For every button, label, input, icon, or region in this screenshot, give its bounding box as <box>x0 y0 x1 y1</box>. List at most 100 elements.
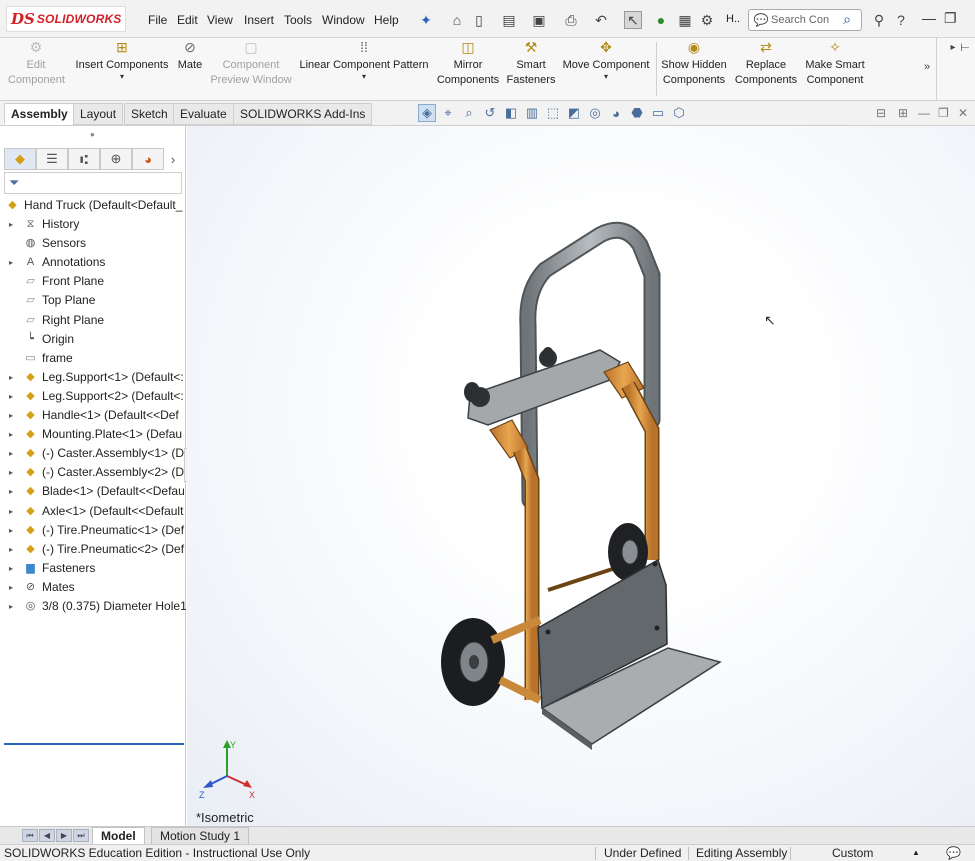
chevron-down-icon[interactable]: ▾ <box>296 73 432 81</box>
tree-root-assembly[interactable]: ◆ Hand Truck (Default<Default_ <box>0 196 186 215</box>
expand-arrow-icon[interactable]: ▸ <box>9 540 17 559</box>
component-preview-button[interactable]: ▢ Component Preview Window <box>206 40 296 88</box>
expand-arrow-icon[interactable]: ▸ <box>9 387 17 406</box>
previous-view-icon[interactable]: ↺ <box>481 104 499 122</box>
expand-arrow-icon[interactable]: ▸ <box>9 425 17 444</box>
insert-components-button[interactable]: ⊞ Insert Components ▾ <box>72 40 172 81</box>
tab-evaluate[interactable]: Evaluate <box>173 103 234 125</box>
view-orientation-icon[interactable]: ⬚ <box>544 104 562 122</box>
tab-model[interactable]: Model <box>92 827 145 845</box>
viewport-split-icon[interactable]: ⊞ <box>898 106 908 120</box>
open-icon[interactable]: ▤ <box>500 11 518 29</box>
expand-arrow-icon[interactable]: ▸ <box>9 444 17 463</box>
help-icon[interactable]: ? <box>892 11 910 29</box>
tree-item[interactable]: ▱ Right Plane <box>0 311 186 330</box>
chevron-up-icon[interactable]: ▲ <box>912 845 920 861</box>
menu-window[interactable]: Window <box>322 13 365 27</box>
viewport-close-icon[interactable]: ✕ <box>958 106 968 120</box>
tree-item[interactable]: ◍ Sensors <box>0 234 186 253</box>
tree-item[interactable]: ┕ Origin <box>0 330 186 349</box>
edit-appearance-icon[interactable]: ◕ <box>607 104 625 122</box>
tab-layout[interactable]: Layout <box>73 103 124 125</box>
zoom-area-icon[interactable]: ⌕ <box>460 104 478 122</box>
move-component-button[interactable]: ✥ Move Component ▾ <box>558 40 654 81</box>
tree-item[interactable]: ▸ ◆ Mounting.Plate<1> (Defau <box>0 425 186 444</box>
menu-view[interactable]: View <box>207 13 233 27</box>
first-tab-icon[interactable]: ⏮ <box>22 829 38 842</box>
hand-truck-model[interactable] <box>187 126 975 826</box>
tree-item[interactable]: ▸ ▆ Fasteners <box>0 559 186 578</box>
chevron-down-icon[interactable]: ▾ <box>558 73 654 81</box>
tree-item[interactable]: ▸ ◆ Handle<1> (Default<<Def <box>0 406 186 425</box>
expand-arrow-icon[interactable]: ▸ <box>9 597 17 616</box>
mate-button[interactable]: ⊘ Mate <box>172 40 208 73</box>
chat-bubble-icon[interactable]: 💬 <box>946 845 961 861</box>
expand-arrow-icon[interactable]: ▸ <box>9 368 17 387</box>
tab-sketch[interactable]: Sketch <box>124 103 175 125</box>
print-icon[interactable]: ⎙ <box>562 11 580 29</box>
search-icon[interactable]: ⌕ <box>843 11 851 28</box>
save-icon[interactable]: ▣ <box>530 11 548 29</box>
viewport-minimize-icon[interactable]: — <box>918 106 930 120</box>
expand-arrow-icon[interactable]: ▸ <box>9 253 17 272</box>
solidworks-logo[interactable]: DS SOLIDWORKS <box>6 6 126 32</box>
tree-item[interactable]: ▸ ◆ Axle<1> (Default<<Default <box>0 502 186 521</box>
tree-item[interactable]: ▱ Front Plane <box>0 272 186 291</box>
replace-components-button[interactable]: ⇄ Replace Components <box>732 40 800 88</box>
unit-system-dropdown[interactable]: Custom <box>832 845 873 861</box>
hide-show-items-icon[interactable]: ◎ <box>586 104 604 122</box>
display-manager-tab-icon[interactable]: ◕ <box>132 148 164 170</box>
panel-splitter-handle[interactable]: ● <box>90 130 95 139</box>
tree-item[interactable]: ▸ ◆ (-) Caster.Assembly<2> (De <box>0 463 186 482</box>
tab-assembly[interactable]: Assembly <box>4 103 75 125</box>
configuration-manager-tab-icon[interactable]: ⑆ <box>68 148 100 170</box>
expand-arrow-icon[interactable]: ▸ <box>9 578 17 597</box>
show-hidden-button[interactable]: ◉ Show Hidden Components <box>658 40 730 88</box>
select-icon[interactable]: ↖ <box>624 11 642 29</box>
home-icon[interactable]: ⌂ <box>448 11 466 29</box>
view-settings-icon[interactable]: ▭ <box>649 104 667 122</box>
tab-motion-study[interactable]: Motion Study 1 <box>151 827 250 845</box>
property-manager-tab-icon[interactable]: ☰ <box>36 148 68 170</box>
expand-arrow-icon[interactable]: ▸ <box>9 482 17 501</box>
user-icon[interactable]: ⚲ <box>870 11 888 29</box>
dimxpert-tab-icon[interactable]: ⊕ <box>100 148 132 170</box>
tree-item[interactable]: ▸ ◆ Blade<1> (Default<<Defau <box>0 482 186 501</box>
tree-item[interactable]: ▭ frame <box>0 349 186 368</box>
last-tab-icon[interactable]: ⏭ <box>73 829 89 842</box>
tree-item[interactable]: ▸ ◆ (-) Tire.Pneumatic<2> (Def <box>0 540 186 559</box>
expand-arrow-icon[interactable]: ▸ <box>9 521 17 540</box>
tree-item[interactable]: ▸ ⧖ History <box>0 215 186 234</box>
expand-arrow-icon[interactable]: ▸ <box>9 502 17 521</box>
menu-file[interactable]: File <box>148 13 167 27</box>
smart-fasteners-button[interactable]: ⚒ Smart Fasteners <box>504 40 558 88</box>
display-style-icon[interactable]: ◩ <box>565 104 583 122</box>
expand-arrow-icon[interactable]: ▸ <box>9 406 17 425</box>
make-smart-component-button[interactable]: ✧ Make Smart Component <box>800 40 870 88</box>
restore-icon[interactable]: ❐ <box>944 10 957 27</box>
menu-help[interactable]: Help <box>374 13 399 27</box>
dynamic-annotation-icon[interactable]: ▥ <box>523 104 541 122</box>
chevron-down-icon[interactable]: ▾ <box>72 73 172 81</box>
new-document-icon[interactable]: ▯ <box>470 11 488 29</box>
rollback-bar[interactable] <box>4 743 184 745</box>
file-properties-icon[interactable]: ▦ <box>676 11 694 29</box>
view-orientation-cube-icon[interactable]: ◈ <box>418 104 436 122</box>
minimize-icon[interactable]: — <box>922 10 936 26</box>
feature-tree-tab-icon[interactable]: ◆ <box>4 148 36 170</box>
realview-icon[interactable]: ⬡ <box>670 104 688 122</box>
viewport-tile-icon[interactable]: ⊟ <box>876 106 886 120</box>
more-tabs-chevron-icon[interactable]: › <box>164 148 182 170</box>
next-tab-icon[interactable]: ▶ <box>56 829 72 842</box>
undo-icon[interactable]: ↶ <box>592 11 610 29</box>
tree-item[interactable]: ▸ ◎ 3/8 (0.375) Diameter Hole1 <box>0 597 186 616</box>
tree-item[interactable]: ▱ Top Plane <box>0 291 186 310</box>
options-gear-icon[interactable]: ⚙ <box>698 11 716 29</box>
expand-arrow-icon[interactable]: ▸ <box>9 463 17 482</box>
menu-tools[interactable]: Tools <box>284 13 312 27</box>
tree-item[interactable]: ▸ A Annotations <box>0 253 186 272</box>
tree-item[interactable]: ▸ ◆ (-) Caster.Assembly<1> (De <box>0 444 186 463</box>
viewport-restore-icon[interactable]: ❐ <box>938 106 949 120</box>
tree-item[interactable]: ▸ ◆ Leg.Support<1> (Default<: <box>0 368 186 387</box>
tree-item[interactable]: ▸ ⊘ Mates <box>0 578 186 597</box>
